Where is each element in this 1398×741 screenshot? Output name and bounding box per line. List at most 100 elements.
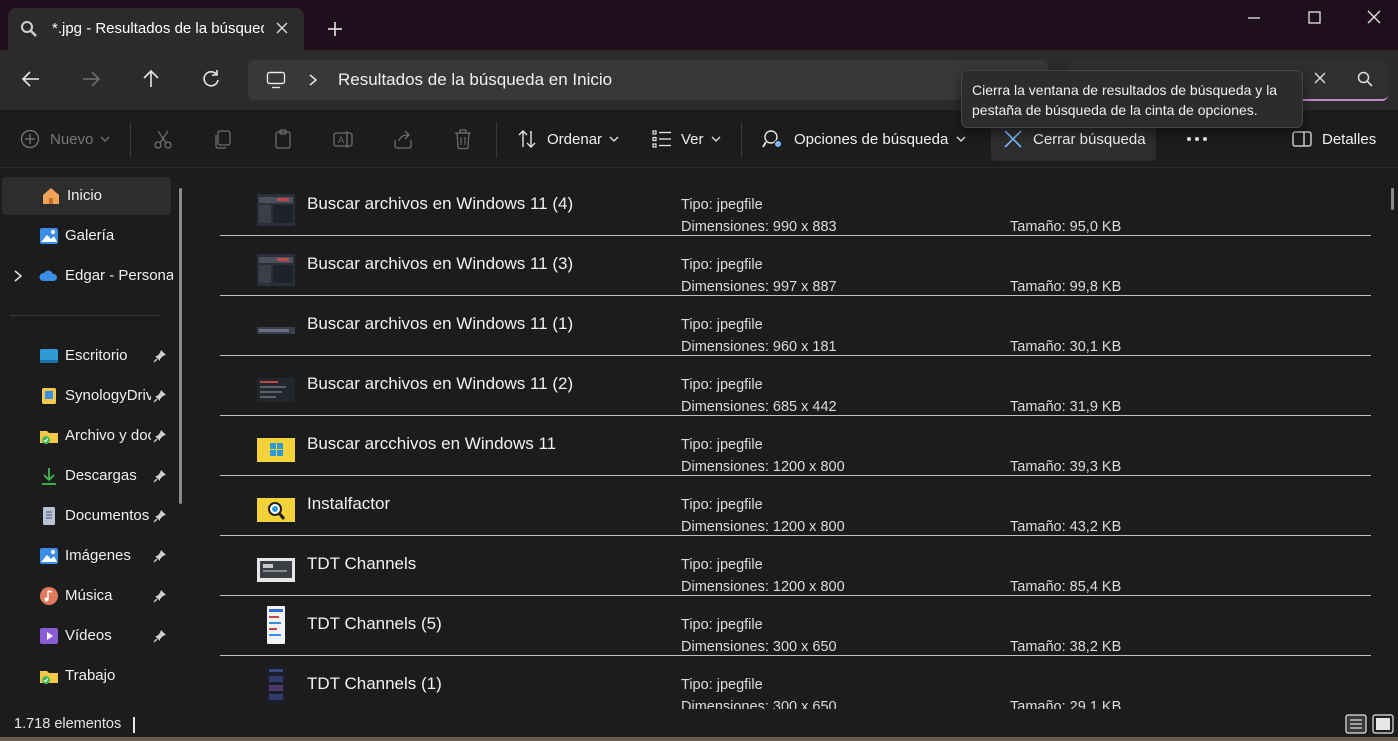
list-item[interactable]: TDT Channels Tipo: jpegfile Dimensiones:… bbox=[220, 536, 1371, 596]
details-pane-icon bbox=[1292, 131, 1312, 147]
pin-icon[interactable] bbox=[153, 349, 167, 363]
file-size: Tamaño: 43,2 KB bbox=[1010, 519, 1122, 535]
file-size: Tamaño: 99,8 KB bbox=[1010, 279, 1122, 295]
chevron-down-icon bbox=[711, 136, 720, 142]
taskbar-edge bbox=[0, 737, 1398, 741]
close-tab-icon[interactable] bbox=[274, 20, 290, 36]
new-label: Nuevo bbox=[50, 130, 94, 148]
this-pc-icon bbox=[266, 71, 286, 89]
sidebar-item-synologydrive[interactable]: SynologyDrive bbox=[0, 377, 172, 415]
results-scrollbar[interactable] bbox=[1391, 188, 1394, 210]
folder-synced-icon bbox=[40, 431, 58, 444]
pin-icon[interactable] bbox=[153, 549, 167, 563]
list-item[interactable]: Buscar archivos en Windows 11 (4) Tipo: … bbox=[220, 176, 1371, 236]
sidebar-item-label: Galería bbox=[65, 227, 115, 244]
pin-icon[interactable] bbox=[153, 589, 167, 603]
file-name: TDT Channels (5) bbox=[307, 614, 442, 633]
delete-icon[interactable] bbox=[452, 126, 474, 152]
list-item[interactable]: Buscar archivos en Windows 11 (1) Tipo: … bbox=[220, 296, 1371, 356]
pin-icon[interactable] bbox=[153, 509, 167, 523]
close-window-icon[interactable] bbox=[1361, 8, 1387, 28]
sidebar-item-label: Escritorio bbox=[65, 347, 128, 364]
forward-arrow-icon[interactable] bbox=[80, 68, 102, 90]
rename-icon[interactable]: A bbox=[332, 126, 354, 152]
sidebar-item-label: Archivo y documentos bbox=[65, 427, 151, 444]
pin-icon[interactable] bbox=[153, 629, 167, 643]
file-name: Buscar archivos en Windows 11 (1) bbox=[307, 314, 574, 333]
sidebar-item-onedrive[interactable]: Edgar - Personal bbox=[0, 257, 173, 295]
sidebar-item-imagenes[interactable]: Imágenes bbox=[0, 537, 172, 575]
desktop-icon bbox=[40, 349, 58, 363]
sidebar-item-label: Música bbox=[65, 587, 113, 604]
view-list-icon bbox=[652, 130, 671, 148]
sidebar-item-archivo[interactable]: Archivo y documentos bbox=[0, 417, 172, 455]
pin-icon[interactable] bbox=[153, 469, 167, 483]
sidebar-item-label: Trabajo bbox=[65, 667, 116, 684]
list-item[interactable]: TDT Channels (1) Tipo: jpegfile Dimensio… bbox=[220, 656, 1371, 709]
list-item[interactable]: Buscar archivos en Windows 11 (3) Tipo: … bbox=[220, 236, 1371, 296]
separator bbox=[496, 122, 497, 158]
file-type: Tipo: jpegfile bbox=[681, 617, 763, 633]
share-icon[interactable] bbox=[392, 126, 414, 152]
search-icon[interactable] bbox=[1356, 70, 1374, 88]
address-bar[interactable]: Resultados de la búsqueda en Inicio bbox=[248, 60, 1048, 100]
music-icon bbox=[40, 587, 58, 605]
cut-icon[interactable] bbox=[152, 126, 174, 152]
pin-icon[interactable] bbox=[153, 389, 167, 403]
sidebar-item-galeria[interactable]: Galería bbox=[0, 217, 172, 255]
file-dimensions: Dimensiones: 1200 x 800 bbox=[681, 579, 845, 595]
sidebar-scrollbar[interactable] bbox=[179, 188, 182, 504]
list-item[interactable]: Buscar arcchivos en Windows 11 Tipo: jpe… bbox=[220, 416, 1371, 476]
file-size: Tamaño: 31,9 KB bbox=[1010, 399, 1122, 415]
copy-icon[interactable] bbox=[212, 126, 234, 152]
file-type: Tipo: jpegfile bbox=[681, 437, 763, 453]
file-size: Tamaño: 39,3 KB bbox=[1010, 459, 1122, 475]
paste-icon[interactable] bbox=[272, 126, 294, 152]
tiles-view-icon[interactable] bbox=[1372, 714, 1394, 734]
pin-icon[interactable] bbox=[153, 429, 167, 443]
sidebar-item-label: Inicio bbox=[67, 187, 103, 204]
details-pane-button[interactable]: Detalles bbox=[1292, 126, 1376, 152]
sort-icon bbox=[518, 130, 536, 148]
close-search-button[interactable]: Cerrar búsqueda bbox=[1003, 126, 1146, 152]
minimize-icon[interactable] bbox=[1241, 8, 1267, 28]
view-button[interactable]: Ver bbox=[652, 126, 721, 152]
sidebar-item-inicio[interactable]: Inicio bbox=[2, 177, 171, 215]
refresh-icon[interactable] bbox=[200, 68, 222, 90]
list-item[interactable]: TDT Channels (5) Tipo: jpegfile Dimensio… bbox=[220, 596, 1371, 656]
separator bbox=[130, 122, 131, 158]
file-dimensions: Dimensiones: 990 x 883 bbox=[681, 219, 837, 235]
sidebar-item-descargas[interactable]: Descargas bbox=[0, 457, 172, 495]
breadcrumb[interactable]: Resultados de la búsqueda en Inicio bbox=[338, 70, 612, 90]
details-label: Detalles bbox=[1322, 130, 1377, 148]
image-thumbnail bbox=[257, 194, 295, 226]
tooltip-line-2: pestaña de búsqueda de la cinta de opcio… bbox=[972, 102, 1258, 118]
details-view-icon[interactable] bbox=[1345, 714, 1367, 734]
file-dimensions: Dimensiones: 960 x 181 bbox=[681, 339, 837, 355]
maximize-icon[interactable] bbox=[1301, 8, 1327, 28]
list-item[interactable]: Instalfactor Tipo: jpegfile Dimensiones:… bbox=[220, 476, 1371, 536]
results-list: Buscar archivos en Windows 11 (4) Tipo: … bbox=[196, 168, 1398, 709]
sidebar-item-musica[interactable]: Música bbox=[0, 577, 172, 615]
sidebar-item-trabajo[interactable]: Trabajo bbox=[0, 657, 172, 695]
more-options-icon[interactable] bbox=[1186, 126, 1210, 152]
tab-search-results[interactable]: *.jpg - Resultados de la búsqueda en Ini… bbox=[8, 8, 304, 50]
chevron-right-icon[interactable] bbox=[13, 269, 23, 283]
sort-button[interactable]: Ordenar bbox=[516, 126, 619, 152]
new-button[interactable]: Nuevo bbox=[20, 126, 110, 152]
new-tab-icon[interactable] bbox=[326, 20, 344, 38]
up-arrow-icon[interactable] bbox=[140, 68, 162, 90]
file-dimensions: Dimensiones: 1200 x 800 bbox=[681, 459, 845, 475]
back-arrow-icon[interactable] bbox=[20, 68, 42, 90]
sidebar-item-videos[interactable]: Vídeos bbox=[0, 617, 172, 655]
image-thumbnail bbox=[267, 606, 285, 644]
search-options-button[interactable]: Opciones de búsqueda bbox=[762, 126, 966, 152]
sidebar-item-escritorio[interactable]: Escritorio bbox=[0, 337, 172, 375]
sidebar-item-documentos[interactable]: Documentos bbox=[0, 497, 172, 535]
file-dimensions: Dimensiones: 685 x 442 bbox=[681, 399, 837, 415]
file-size: Tamaño: 95,0 KB bbox=[1010, 219, 1122, 235]
image-thumbnail bbox=[257, 327, 295, 334]
list-item[interactable]: Buscar archivos en Windows 11 (2) Tipo: … bbox=[220, 356, 1371, 416]
clear-search-icon[interactable] bbox=[1312, 70, 1328, 86]
file-type: Tipo: jpegfile bbox=[681, 257, 763, 273]
